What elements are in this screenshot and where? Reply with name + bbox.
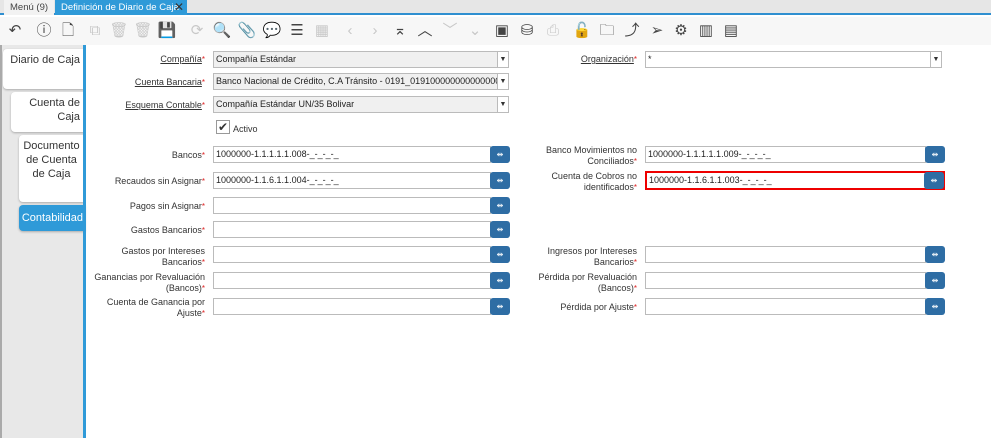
close-icon[interactable]: ✕ [174, 0, 184, 15]
detail-tabs-panel: Diario de Caja Cuenta de Caja Documento … [0, 45, 85, 438]
account-lookup-icon[interactable]: ⇹ [490, 146, 510, 163]
cobros-label: Cuenta de Cobros no identificados* [551, 171, 637, 192]
ingresos-intereses-label: Ingresos por Intereses Bancarios* [547, 246, 637, 267]
gastos-label: Gastos Bancarios* [130, 225, 205, 235]
chat-icon[interactable]: 💬 [262, 21, 282, 41]
bancos-label: Bancos* [171, 150, 205, 160]
help-icon[interactable]: ⓘ [34, 21, 54, 41]
toolbar: ↶ ⓘ 🗋 ⧉ 🗑 🗑 💾 ⟳ 🔍 📎 💬 ☰ ▦ ‹ › ⌅ ︿ ﹀ ⌄ ▣ … [0, 17, 991, 45]
copy-icon[interactable]: ⧉ [85, 21, 105, 41]
ganancia-ajuste-field[interactable] [213, 298, 491, 315]
account-lookup-icon[interactable]: ⇹ [490, 197, 510, 214]
tab-label: Definición de Diario de Caja [61, 2, 179, 13]
account-lookup-icon[interactable]: ⇹ [925, 146, 945, 163]
tab-menu[interactable]: Menú (9) [4, 0, 54, 15]
detail-record-icon[interactable]: ﹀ [440, 21, 460, 41]
delete-icon[interactable]: 🗑 [109, 21, 129, 41]
organization-field[interactable]: * [645, 51, 931, 68]
recaudos-field[interactable]: 1000000-1.1.6.1.1.004-_-_-_-_ [213, 172, 491, 189]
panel-divider [83, 45, 86, 438]
bancos-field[interactable]: 1000000-1.1.1.1.1.008-_-_-_-_ [213, 146, 491, 163]
ingresos-intereses-field[interactable] [645, 246, 926, 263]
pagos-field[interactable] [213, 197, 491, 214]
side-tab-contabilidad[interactable]: Contabilidad [19, 205, 85, 231]
request-icon[interactable]: ▤ [721, 21, 741, 41]
schema-field[interactable]: Compañía Estándar UN/35 Bolivar [213, 96, 498, 113]
undo-icon[interactable]: ↶ [5, 21, 25, 41]
perdida-ajuste-field[interactable] [645, 298, 926, 315]
account-lookup-icon[interactable]: ⇹ [490, 246, 510, 263]
refresh-icon[interactable]: ⟳ [187, 21, 207, 41]
recaudos-label: Recaudos sin Asignar* [114, 176, 205, 186]
company-field[interactable]: Compañía Estándar [213, 51, 498, 68]
gastos-intereses-label: Gastos por Intereses Bancarios* [121, 246, 205, 267]
save-icon[interactable]: 💾 [157, 21, 177, 41]
account-lookup-icon[interactable]: ⇹ [490, 298, 510, 315]
account-lookup-icon[interactable]: ⇹ [490, 221, 510, 238]
ganancias-revaluacion-field[interactable] [213, 272, 491, 289]
ganancia-ajuste-label: Cuenta de Ganancia por Ajuste* [106, 297, 205, 318]
previous-icon[interactable]: ‹ [340, 21, 360, 41]
archive-icon[interactable]: ⛁ [517, 21, 537, 41]
new-record-icon[interactable]: 🗋 [58, 21, 78, 41]
window-tabbar: Menú (9) Definición de Diario de Caja ✕ [0, 0, 991, 15]
side-tab-diario-de-caja[interactable]: Diario de Caja [3, 49, 84, 89]
account-lookup-icon[interactable]: ⇹ [924, 172, 944, 189]
parent-record-icon[interactable]: ︿ [415, 21, 435, 41]
active-label: Activo [233, 124, 258, 134]
lock-icon[interactable]: 🔓 [572, 21, 592, 41]
next-icon[interactable]: › [365, 21, 385, 41]
cobros-field[interactable]: 1000000-1.1.6.1.1.003-_-_-_-_ [645, 171, 945, 190]
grid-toggle-icon[interactable]: ☰ [287, 21, 307, 41]
bank-account-field[interactable]: Banco Nacional de Crédito, C.A Tránsito … [213, 73, 498, 90]
active-checkbox[interactable]: ✔ [216, 120, 230, 134]
account-lookup-icon[interactable]: ⇹ [925, 272, 945, 289]
process-icon[interactable]: ⚙ [671, 21, 691, 41]
first-record-icon[interactable]: ⌅ [390, 21, 410, 41]
chevron-down-icon[interactable]: ▼ [497, 51, 509, 68]
chevron-down-icon[interactable]: ▼ [930, 51, 942, 68]
banco-movimientos-field[interactable]: 1000000-1.1.1.1.1.009-_-_-_-_ [645, 146, 926, 163]
last-record-icon[interactable]: ⌄ [465, 21, 485, 41]
perdida-ajuste-label: Pérdida por Ajuste* [560, 302, 637, 312]
gastos-field[interactable] [213, 221, 491, 238]
perdida-revaluacion-field[interactable] [645, 272, 926, 289]
bank-account-label: Cuenta Bancaria* [134, 77, 205, 87]
attachment-icon[interactable]: 📎 [237, 21, 257, 41]
organization-label: Organización* [580, 54, 637, 64]
ganancias-revaluacion-label: Ganancias por Revaluación (Bancos)* [94, 272, 205, 293]
account-lookup-icon[interactable]: ⇹ [925, 246, 945, 263]
chevron-down-icon[interactable]: ▼ [497, 96, 509, 113]
find-icon[interactable]: 🔍 [212, 21, 232, 41]
company-label: Compañía* [160, 54, 205, 64]
account-lookup-icon[interactable]: ⇹ [925, 298, 945, 315]
delete-selection-icon[interactable]: 🗑 [133, 21, 153, 41]
print-icon[interactable]: ⎙ [543, 21, 563, 41]
pagos-label: Pagos sin Asignar* [129, 201, 205, 211]
zoom-across-icon[interactable]: 🗀 [597, 21, 617, 41]
gastos-intereses-field[interactable] [213, 246, 491, 263]
report-icon[interactable]: ▣ [492, 21, 512, 41]
banco-movimientos-label: Banco Movimientos no Conciliados* [545, 145, 637, 166]
product-info-icon[interactable]: ▥ [696, 21, 716, 41]
tab-cash-journal-definition[interactable]: Definición de Diario de Caja ✕ [55, 0, 187, 15]
workflow-icon[interactable]: ⤴ [622, 21, 642, 41]
schema-label: Esquema Contable* [125, 100, 205, 110]
account-lookup-icon[interactable]: ⇹ [490, 272, 510, 289]
side-tab-documento-cuenta-de-caja[interactable]: Documento de Cuenta de Caja [19, 135, 84, 202]
calendar-icon[interactable]: ▦ [312, 21, 332, 41]
send-icon[interactable]: ➢ [647, 21, 667, 41]
chevron-down-icon[interactable]: ▼ [497, 73, 509, 90]
account-lookup-icon[interactable]: ⇹ [490, 172, 510, 189]
perdida-revaluacion-label: Pérdida por Revaluación (Bancos)* [538, 272, 637, 293]
side-tab-cuenta-de-caja[interactable]: Cuenta de Caja [11, 92, 84, 132]
